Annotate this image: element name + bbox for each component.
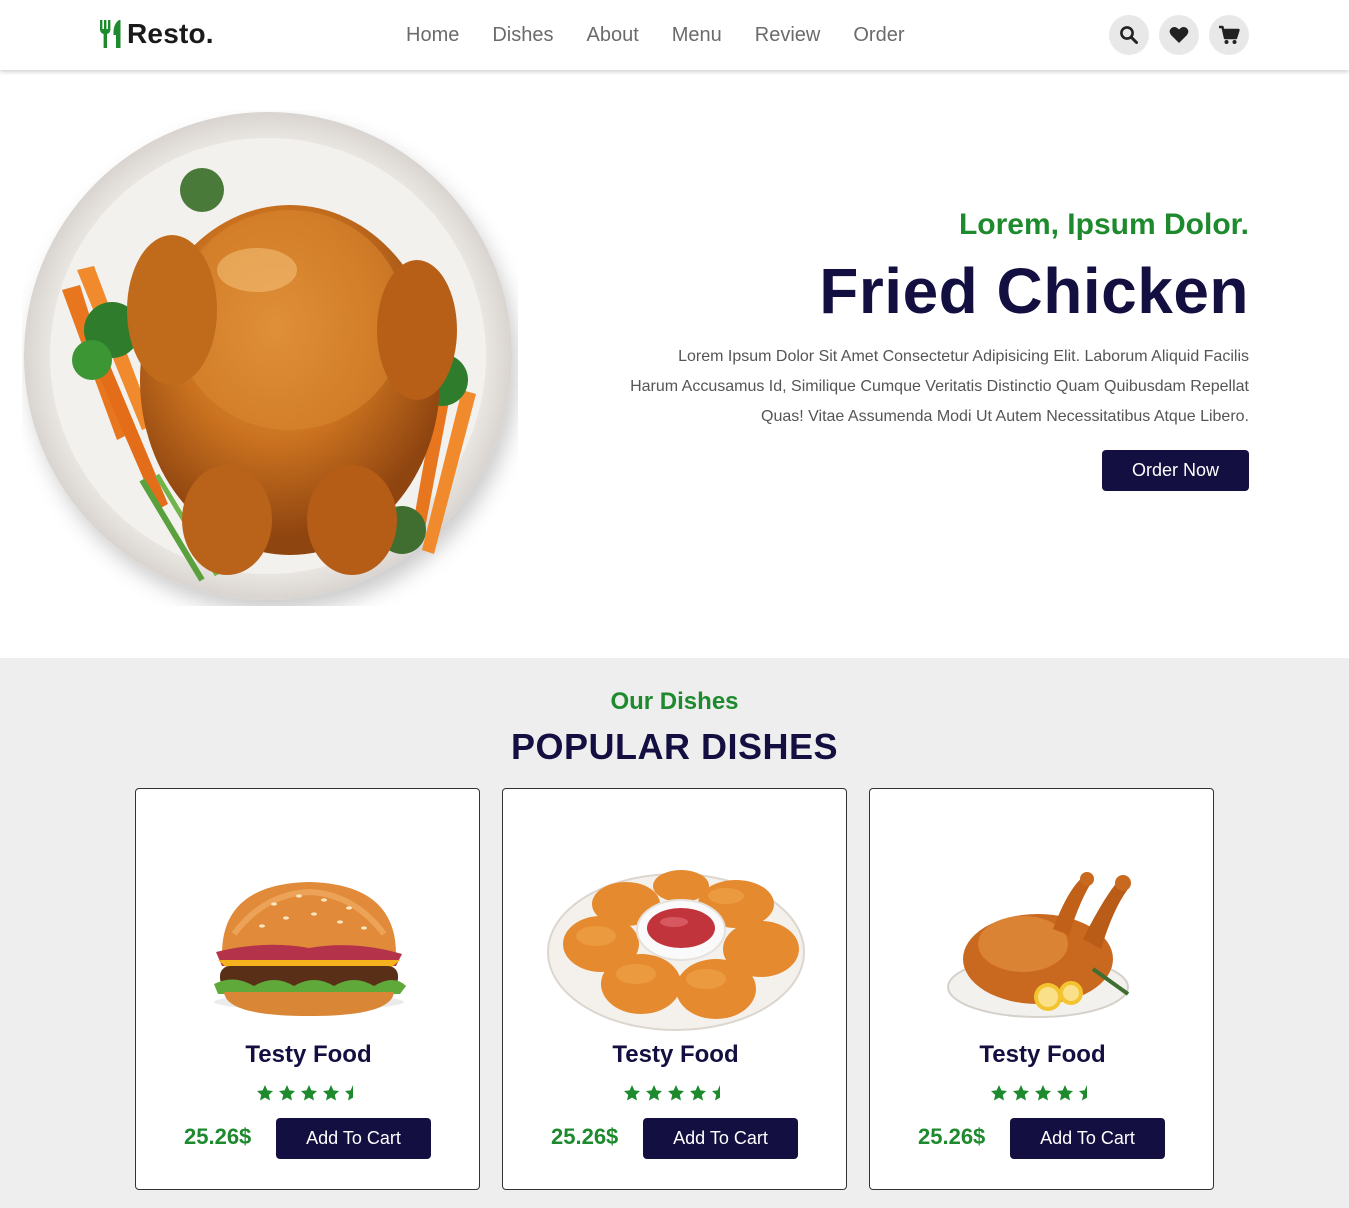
main-nav: Home Dishes About Menu Review Order [406, 0, 938, 70]
star-half-icon [711, 1084, 729, 1107]
star-icon [990, 1084, 1008, 1107]
search-icon [1120, 26, 1138, 44]
nav-review[interactable]: Review [755, 24, 821, 47]
hero-title: Fried Chicken [819, 255, 1249, 327]
utensils-icon [100, 20, 121, 48]
dish-name: Testy Food [979, 1041, 1106, 1068]
rating-stars [136, 1084, 481, 1107]
dishes-title: POPULAR DISHES [510, 726, 839, 767]
header-icons [1099, 15, 1249, 55]
star-icon [623, 1084, 641, 1107]
star-icon [256, 1084, 274, 1107]
dish-price: 25.26$ [551, 1124, 619, 1149]
nav-menu[interactable]: Menu [672, 24, 722, 47]
add-to-cart-button[interactable]: Add To Cart [276, 1118, 431, 1159]
nuggets-image [503, 859, 848, 1039]
rating-stars [503, 1084, 848, 1107]
star-icon [300, 1084, 318, 1107]
order-now-button[interactable]: Order Now [1101, 450, 1249, 491]
star-icon [689, 1084, 707, 1107]
star-icon [322, 1084, 340, 1107]
dish-price: 25.26$ [918, 1124, 986, 1149]
star-icon [645, 1084, 663, 1107]
nav-order[interactable]: Order [853, 24, 904, 47]
nav-home[interactable]: Home [406, 24, 459, 47]
dish-card: Testy Food 25.26$ Add To Cart [502, 788, 847, 1190]
burger-image [136, 859, 481, 1039]
rating-stars [870, 1084, 1215, 1107]
hero-subtitle: Lorem, Ipsum Dolor. [958, 208, 1249, 241]
add-to-cart-button[interactable]: Add To Cart [643, 1118, 798, 1159]
roast-chicken-image [870, 859, 1215, 1039]
heart-icon [1169, 27, 1189, 43]
star-half-icon [344, 1084, 362, 1107]
dish-name: Testy Food [612, 1041, 739, 1068]
nav-about[interactable]: About [587, 24, 639, 47]
nav-dishes[interactable]: Dishes [492, 24, 553, 47]
search-button[interactable] [1109, 15, 1149, 55]
fried-chicken-image [22, 110, 518, 606]
star-half-icon [1078, 1084, 1096, 1107]
dishes-subtitle: Our Dishes [610, 688, 739, 715]
cart-icon [1219, 25, 1240, 44]
dish-price: 25.26$ [184, 1124, 252, 1149]
dish-card: Testy Food 25.26$ Add To Cart [135, 788, 480, 1190]
hero-content: Lorem, Ipsum Dolor. Fried Chicken Lorem … [629, 208, 1249, 491]
dish-name: Testy Food [245, 1041, 372, 1068]
star-icon [1056, 1084, 1074, 1107]
star-icon [1012, 1084, 1030, 1107]
wishlist-button[interactable] [1159, 15, 1199, 55]
star-icon [1034, 1084, 1052, 1107]
brand-name: Resto. [127, 18, 214, 49]
dish-card: Testy Food 25.26$ Add To Cart [869, 788, 1214, 1190]
hero-description: Lorem Ipsum Dolor Sit Amet Consectetur A… [630, 348, 1249, 425]
dishes-section: Our Dishes POPULAR DISHES Testy Food 25.… [0, 658, 1349, 1208]
logo[interactable]: Resto. [98, 18, 214, 50]
add-to-cart-button[interactable]: Add To Cart [1010, 1118, 1165, 1159]
hero-section: Lorem, Ipsum Dolor. Fried Chicken Lorem … [0, 70, 1349, 658]
header: Resto. Home Dishes About Menu Review Ord… [0, 0, 1349, 70]
star-icon [278, 1084, 296, 1107]
cart-button[interactable] [1209, 15, 1249, 55]
star-icon [667, 1084, 685, 1107]
